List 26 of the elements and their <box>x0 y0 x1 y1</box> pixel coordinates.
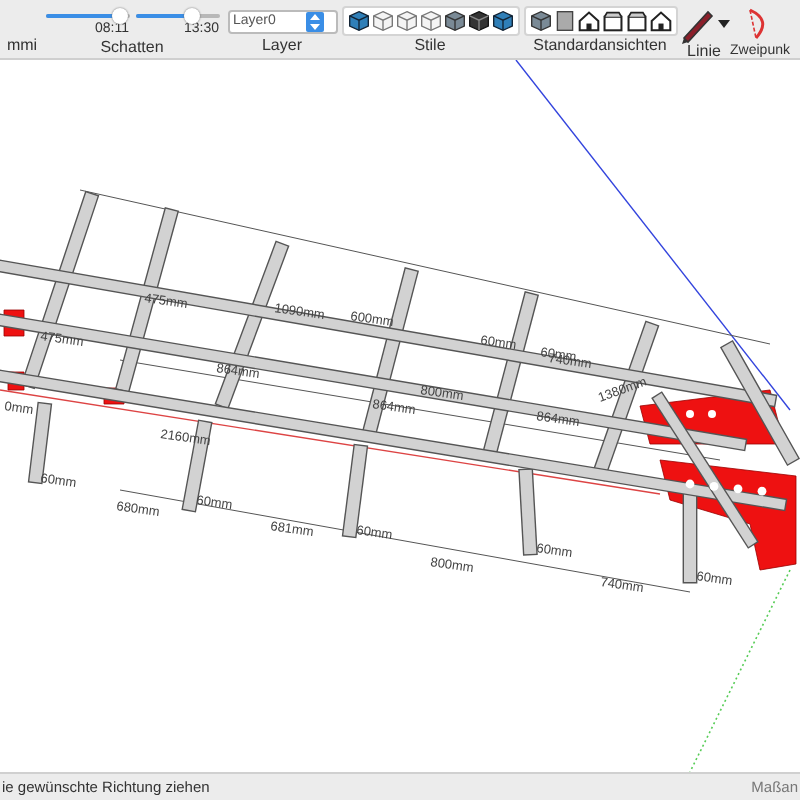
cube-icon <box>443 10 465 32</box>
toolbar-section-label: Linie <box>687 42 721 58</box>
slider-thumb[interactable] <box>184 8 201 24</box>
style-button[interactable] <box>443 10 465 32</box>
caret-icon <box>718 20 730 28</box>
view-button[interactable] <box>529 10 551 32</box>
toolbar-section-label: Schatten <box>100 38 164 56</box>
view-button[interactable] <box>601 10 623 32</box>
toolbar-section-label: Layer <box>261 36 302 54</box>
toolbar-section-label: mmi <box>6 36 38 54</box>
style-button[interactable] <box>347 10 369 32</box>
page-icon <box>553 10 575 32</box>
toolbar-section-label: Stile <box>414 36 446 54</box>
view-button[interactable] <box>649 10 671 32</box>
view-button[interactable] <box>577 10 599 32</box>
view-button[interactable] <box>553 10 575 32</box>
cube-icon <box>491 10 513 32</box>
style-button[interactable] <box>467 10 489 32</box>
toolbar-section-label: Standardansichten <box>533 36 667 54</box>
view-button[interactable] <box>625 10 647 32</box>
cube-icon <box>347 10 369 32</box>
dropdown-arrows-icon <box>309 13 319 29</box>
style-button[interactable] <box>491 10 513 32</box>
slider-thumb[interactable] <box>112 8 129 24</box>
cube-icon <box>467 10 489 32</box>
cube-icon <box>529 10 551 32</box>
